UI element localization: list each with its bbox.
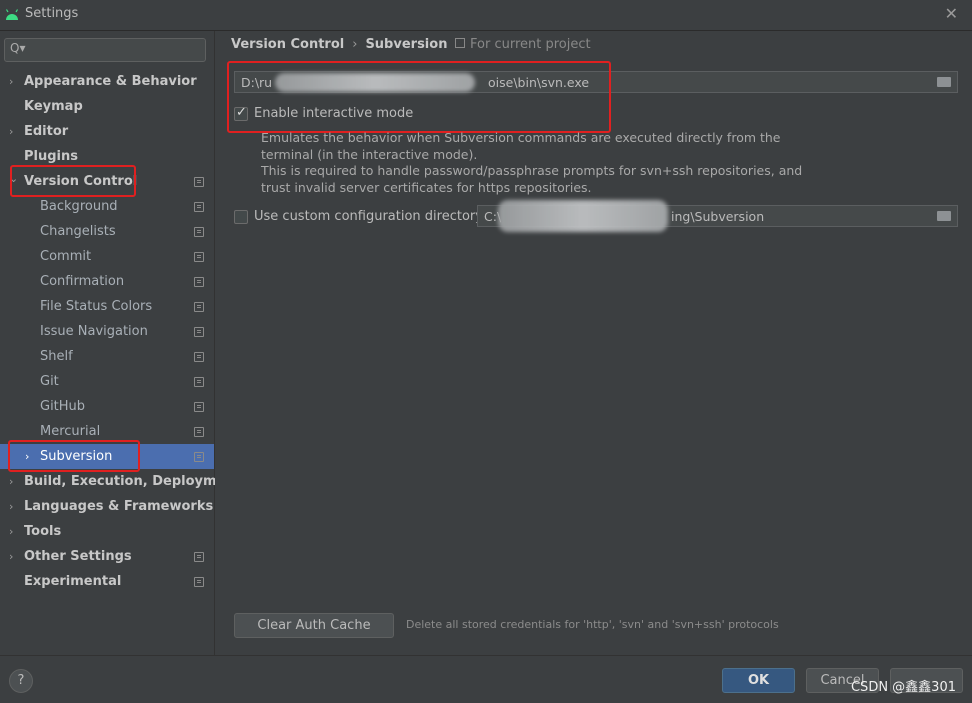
settings-tree: › Appearance & Behavior Keymap › Editor Pl… [0,69,241,594]
sidebar-item-commit[interactable]: Commit [0,244,214,269]
sidebar-item-background[interactable]: Background [0,194,214,219]
project-scope-icon [194,252,204,262]
svn-executable-path-field[interactable]: D:\ru oise\bin\svn.exe [234,71,958,93]
sidebar-item-github[interactable]: GitHub [0,394,214,419]
custom-config-dir-label[interactable]: Use custom configuration directory: [254,209,486,224]
sidebar-item-appearance[interactable]: › Appearance & Behavior [0,69,214,94]
dialog-footer: ? OK Cancel CSDN @鑫鑫301 [0,655,972,703]
project-scope-icon [194,427,204,437]
sidebar-item-subversion[interactable]: › Subversion [0,444,214,469]
config-path-suffix: ing\Subversion [671,209,765,224]
project-scope-icon [194,577,204,587]
watermark: CSDN @鑫鑫301 [850,680,956,695]
chevron-right-icon: › [9,550,14,563]
breadcrumb-current: Subversion [365,37,448,52]
breadcrumb-parent[interactable]: Version Control [231,37,344,52]
sidebar-item-tools[interactable]: › Tools [0,519,214,544]
project-scope-icon [194,402,204,412]
window-title: Settings [25,6,79,21]
project-scope-icon [194,302,204,312]
sidebar-item-plugins[interactable]: Plugins [0,144,214,169]
chevron-down-icon: ⌄ [9,172,19,185]
chevron-right-icon: › [9,475,14,488]
project-scope-icon [194,277,204,287]
chevron-right-icon: › [9,525,14,538]
interactive-mode-checkbox[interactable] [234,105,248,121]
project-scope-icon [194,177,204,187]
help-icon[interactable]: ? [9,669,33,693]
sidebar-item-git[interactable]: Git [0,369,214,394]
redacted-path-region [498,200,668,232]
clear-auth-cache-button[interactable]: Clear Auth Cache [234,613,394,638]
sidebar-item-shelf[interactable]: Shelf [0,344,214,369]
clear-auth-hint: Delete all stored credentials for 'http'… [406,618,779,631]
sidebar-item-build[interactable]: › Build, Execution, Deployment [0,469,241,494]
project-scope-icon [455,38,465,48]
sidebar-item-version-control[interactable]: ⌄ Version Control [0,169,214,194]
project-scope-icon [194,552,204,562]
settings-sidebar: Q▾ › Appearance & Behavior Keymap › Editor… [0,31,241,655]
scope-label: For current project [455,37,591,52]
sidebar-item-file-status-colors[interactable]: File Status Colors [0,294,214,319]
config-directory-field[interactable]: C:\ ing\Subversion [477,200,958,232]
close-icon[interactable]: ✕ [945,4,958,23]
interactive-mode-description: Emulates the behavior when Subversion co… [261,130,803,195]
sidebar-item-languages[interactable]: › Languages & Frameworks [0,494,214,519]
interactive-mode-label[interactable]: Enable interactive mode [254,106,413,121]
project-scope-icon [194,202,204,212]
folder-icon[interactable] [937,211,951,221]
project-scope-icon [194,377,204,387]
sidebar-item-changelists[interactable]: Changelists [0,219,214,244]
chevron-right-icon: › [25,450,30,463]
sidebar-item-other-settings[interactable]: › Other Settings [0,544,214,569]
android-icon [5,9,19,20]
folder-icon[interactable] [937,77,951,87]
svn-path-suffix: oise\bin\svn.exe [488,75,590,90]
svn-path-prefix: D:\ru [241,75,273,90]
sidebar-item-editor[interactable]: › Editor [0,119,214,144]
search-icon: Q▾ [10,41,26,55]
breadcrumb: Version Control › Subversion [231,37,447,52]
project-scope-icon [194,452,204,462]
chevron-right-icon: › [9,75,14,88]
project-scope-icon [194,352,204,362]
project-scope-icon [194,327,204,337]
custom-config-dir-checkbox[interactable] [234,210,248,224]
breadcrumb-separator: › [352,37,358,52]
ok-button[interactable]: OK [722,668,795,693]
settings-content: Version Control › Subversion For current p… [215,31,972,655]
sidebar-item-keymap[interactable]: Keymap [0,94,214,119]
search-input[interactable]: Q▾ [4,38,206,62]
chevron-right-icon: › [9,125,14,138]
sidebar-item-mercurial[interactable]: Mercurial [0,419,214,444]
project-scope-icon [194,227,204,237]
sidebar-item-issue-navigation[interactable]: Issue Navigation [0,319,214,344]
redacted-path-region [275,73,475,92]
chevron-right-icon: › [9,500,14,513]
title-bar: Settings ✕ [0,0,972,31]
sidebar-item-confirmation[interactable]: Confirmation [0,269,214,294]
sidebar-item-experimental[interactable]: Experimental [0,569,214,594]
